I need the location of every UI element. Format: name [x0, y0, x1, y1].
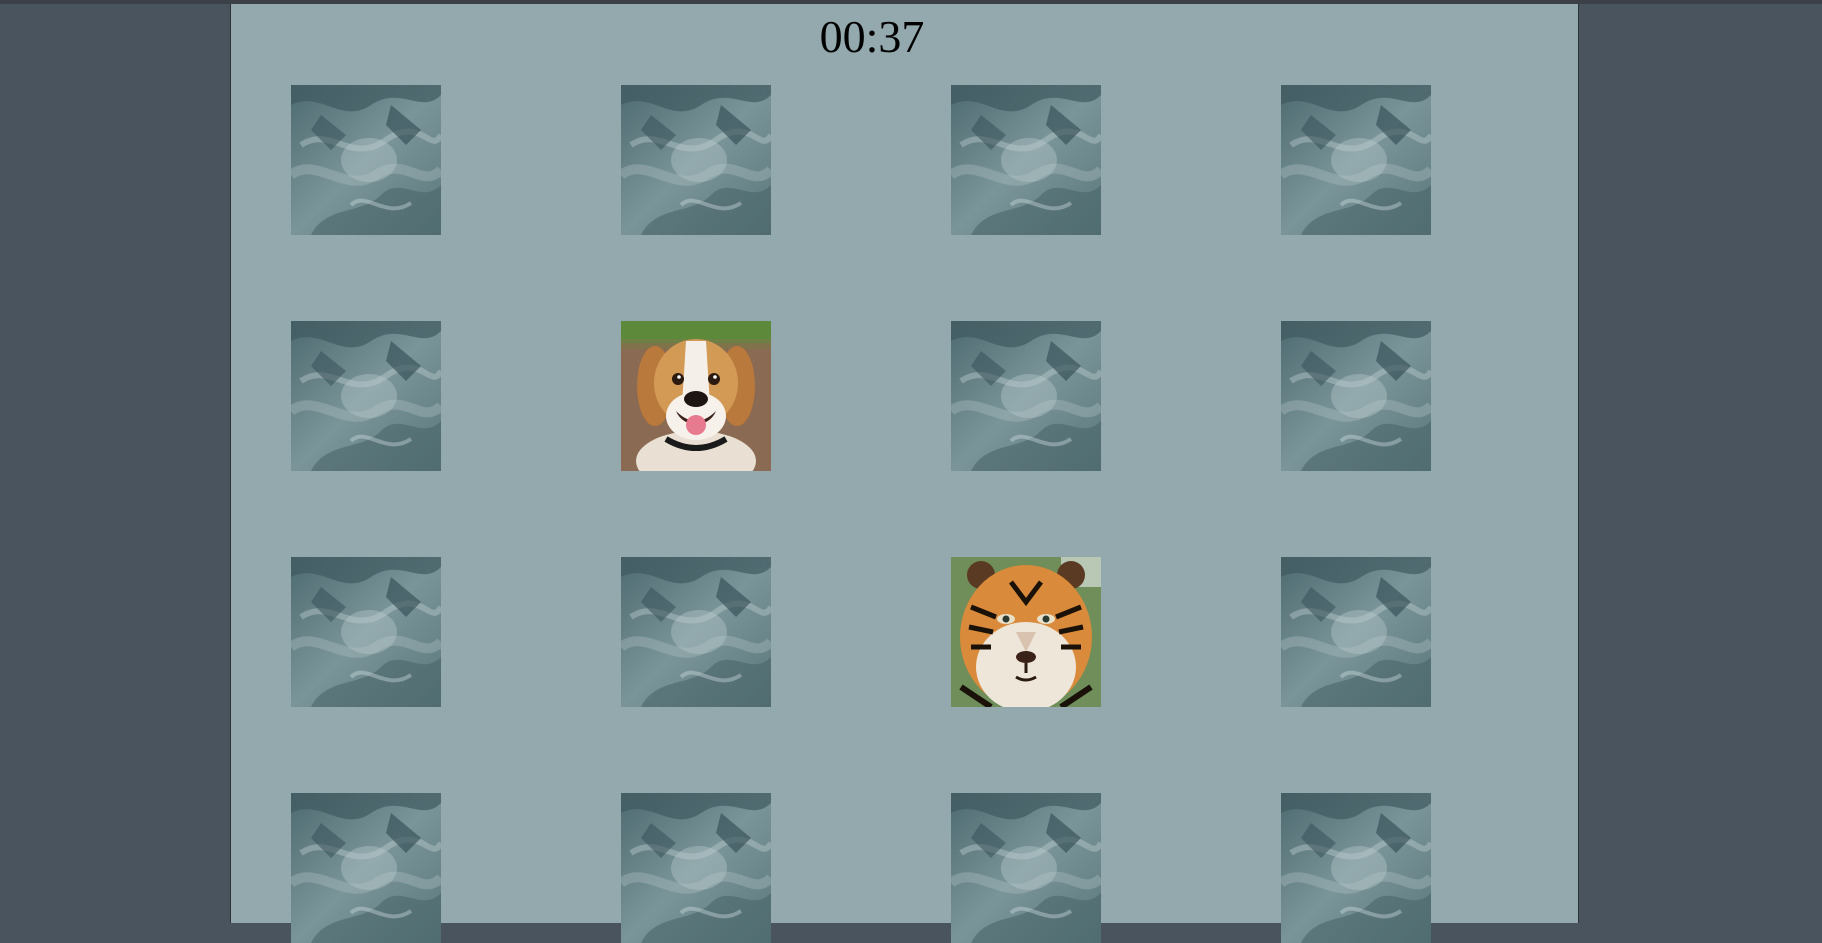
card-face-down[interactable]: [951, 321, 1101, 471]
card-face-up-tiger[interactable]: [951, 557, 1101, 707]
card-face-down[interactable]: [1281, 85, 1431, 235]
card-face-down[interactable]: [291, 557, 441, 707]
card-face-down[interactable]: [1281, 321, 1431, 471]
card-face-down[interactable]: [621, 793, 771, 943]
card-face-up-dog[interactable]: [621, 321, 771, 471]
card-grid: [231, 4, 1578, 943]
card-face-down[interactable]: [291, 793, 441, 943]
game-board: 00:37: [230, 4, 1579, 943]
card-face-down[interactable]: [291, 321, 441, 471]
card-face-down[interactable]: [291, 85, 441, 235]
card-face-down[interactable]: [951, 793, 1101, 943]
card-face-down[interactable]: [1281, 793, 1431, 943]
card-face-down[interactable]: [621, 85, 771, 235]
card-face-down[interactable]: [621, 557, 771, 707]
card-face-down[interactable]: [1281, 557, 1431, 707]
card-face-down[interactable]: [951, 85, 1101, 235]
